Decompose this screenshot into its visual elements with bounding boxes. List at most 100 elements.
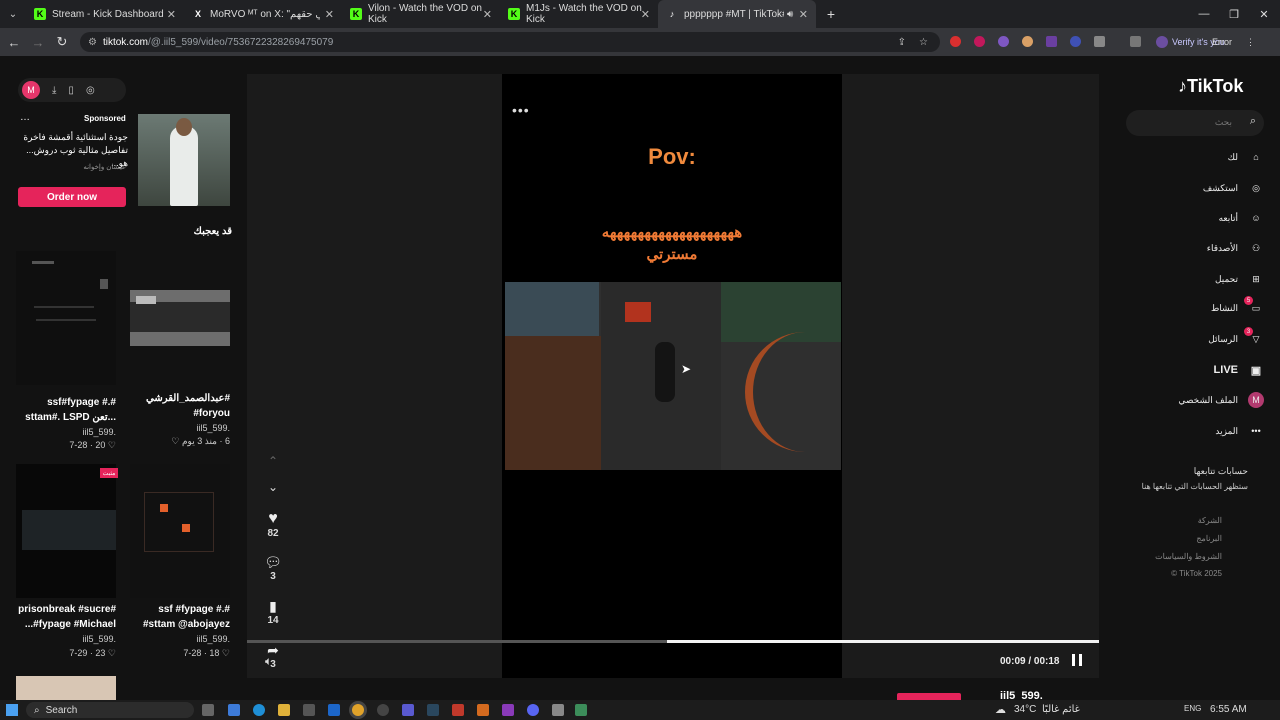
tab-tiktok[interactable]: ♪ ppppppp #MT | TikTok#(8) 🔊︎ ✕ [658, 0, 816, 28]
bookmark-button[interactable]: ▮ 14 [260, 598, 286, 626]
reload-icon[interactable]: ↻ [52, 28, 72, 56]
profile-avatar[interactable]: M [22, 81, 40, 99]
close-icon[interactable]: ✕ [799, 8, 808, 21]
card-title[interactable]: #عبدالصمد_القرشي foryou# [130, 391, 230, 421]
extension-f-icon[interactable] [1046, 36, 1057, 47]
nav-explore[interactable]: استكشف ◎ [1130, 177, 1264, 199]
site-info-icon[interactable]: ⚙︎ [88, 37, 97, 48]
obs-icon[interactable] [377, 704, 389, 716]
chrome-icon[interactable] [352, 704, 364, 716]
like-button[interactable]: ♥ 82 [260, 510, 286, 539]
nav-live[interactable]: LIVE ▣ [1130, 359, 1264, 381]
card-username[interactable]: iil5_599. [16, 634, 116, 644]
reading-list-icon[interactable] [1130, 36, 1141, 47]
new-tab-button[interactable]: + [816, 0, 846, 28]
nav-profile[interactable]: الملف الشخصي M [1130, 389, 1264, 411]
extension-red-icon[interactable] [950, 36, 961, 47]
window-close-icon[interactable]: ✕ [1248, 0, 1280, 28]
share-button[interactable]: ➦ 3 [260, 642, 286, 670]
footer-company[interactable]: الشركة [1130, 516, 1222, 525]
extensions-puzzle-icon[interactable] [1094, 36, 1105, 47]
back-icon[interactable]: ← [4, 28, 24, 56]
ad-more-icon[interactable]: … [20, 112, 30, 123]
nav-following[interactable]: أتابعه ☺ [1130, 207, 1264, 229]
edge-icon[interactable] [253, 704, 265, 716]
extension-s-icon[interactable] [974, 36, 985, 47]
forward-icon[interactable]: → [28, 28, 48, 56]
app-icon[interactable] [402, 704, 414, 716]
app-icon[interactable] [452, 704, 464, 716]
clock[interactable]: 6:55 AM [1210, 704, 1247, 715]
more-icon[interactable]: ••• [512, 102, 530, 118]
card-username[interactable]: iil5_599. [130, 423, 230, 433]
error-button[interactable]: Error ⋮ [1212, 33, 1255, 51]
discord-icon[interactable] [527, 704, 539, 716]
comment-button[interactable]: 💬︎ 3 [260, 554, 286, 582]
video-thumbnail[interactable] [16, 676, 116, 700]
task-view-icon[interactable] [202, 704, 214, 716]
footer-terms[interactable]: الشروط والسياسات [1130, 552, 1222, 561]
bottom-username[interactable]: iil5_599. [1000, 690, 1043, 700]
nav-more[interactable]: المزيد ••• [1130, 420, 1264, 442]
device-icon[interactable]: ▯ [68, 85, 74, 96]
extension-audio-icon[interactable] [1070, 36, 1081, 47]
extension-jar-icon[interactable] [1022, 36, 1033, 47]
volume-icon[interactable]: 🔈︎ [265, 654, 272, 669]
nav-activity[interactable]: النشاط ▭ 5 [1130, 296, 1264, 319]
video-player[interactable]: ••• Pov: هههههههههههههههههههه مسترتي ➤ ⌃… [247, 74, 1099, 678]
store-icon[interactable] [303, 704, 315, 716]
app-icon[interactable] [575, 704, 587, 716]
menu-icon[interactable]: ⋮ [1246, 37, 1255, 48]
search-icon[interactable]: ⌕ [1250, 115, 1256, 128]
card-title[interactable]: prisonbreak #sucre# ...#fypage #Michael [16, 602, 116, 632]
tiktok-logo[interactable]: ♪TikTok [1178, 76, 1243, 97]
install-icon[interactable]: ⇪ [898, 37, 906, 48]
nav-friends[interactable]: الأصدقاء ⚇ [1130, 237, 1264, 259]
compass-icon[interactable]: ◎ [86, 85, 95, 96]
footer-program[interactable]: البرنامج [1130, 534, 1222, 543]
download-icon[interactable]: ⤓ [52, 85, 56, 96]
restore-icon[interactable]: ❐ [1218, 0, 1250, 28]
card-title[interactable]: ssf#fypage #.# sttam#. LSPD تعن... [16, 395, 116, 425]
windows-start-icon[interactable] [6, 704, 18, 716]
order-now-button[interactable]: Order now [18, 187, 126, 207]
close-icon[interactable]: ✕ [167, 8, 176, 21]
outlook-icon[interactable] [328, 704, 340, 716]
nav-messages[interactable]: الرسائل ▽ 3 [1130, 327, 1264, 350]
steam-icon[interactable] [427, 704, 439, 716]
weather-temp[interactable]: 34°C [1014, 704, 1036, 715]
explorer-icon[interactable] [278, 704, 290, 716]
tab-x-post[interactable]: X MoRVO ᴹᵀ on X: "المتنبي حقهم"✕ [184, 0, 342, 28]
minimize-icon[interactable]: — [1188, 0, 1220, 28]
app-icon[interactable] [502, 704, 514, 716]
card-username[interactable]: iil5_599. [130, 634, 230, 644]
scroll-down-icon[interactable]: ⌄ [260, 480, 286, 494]
star-icon[interactable]: ☆ [919, 37, 928, 48]
video-thumbnail[interactable] [130, 464, 230, 598]
app-icon[interactable] [477, 704, 489, 716]
nav-for-you[interactable]: لك ⌂ [1130, 146, 1264, 168]
tab-list-button[interactable]: ⌄ [0, 0, 26, 28]
tab-kick-dashboard[interactable]: K Stream - Kick Dashboard ✕ [26, 0, 184, 28]
video-thumbnail[interactable] [16, 251, 116, 385]
close-icon[interactable]: ✕ [325, 8, 334, 21]
tab-m1js-vod[interactable]: K M1Js - Watch the VOD on Kick ✕ [500, 0, 658, 28]
address-bar[interactable]: ⚙︎ tiktok.com/@.iil5_599/video/753672232… [80, 32, 940, 52]
video-thumbnail[interactable] [130, 290, 230, 346]
search-input[interactable]: بحث ⌕ [1126, 110, 1264, 136]
ad-thumbnail[interactable] [138, 114, 230, 206]
nav-upload[interactable]: تحميل ⊞ [1130, 268, 1264, 290]
video-thumbnail[interactable]: مثبت [16, 464, 118, 598]
language-indicator[interactable]: ENG [1184, 704, 1201, 713]
follow-button-partial[interactable] [897, 693, 961, 700]
pause-icon[interactable] [1072, 654, 1082, 666]
close-icon[interactable]: ✕ [641, 8, 650, 21]
card-title[interactable]: ssf #fypage #.# #sttam @abojayez [130, 602, 230, 632]
scroll-up-icon[interactable]: ⌃ [260, 454, 286, 468]
extension-shield-icon[interactable] [998, 36, 1009, 47]
card-username[interactable]: iil5_599. [16, 427, 116, 437]
app-icon[interactable] [552, 704, 564, 716]
copilot-icon[interactable] [228, 704, 240, 716]
taskbar-search[interactable]: ⌕ Search [26, 702, 194, 718]
close-icon[interactable]: ✕ [483, 8, 492, 21]
